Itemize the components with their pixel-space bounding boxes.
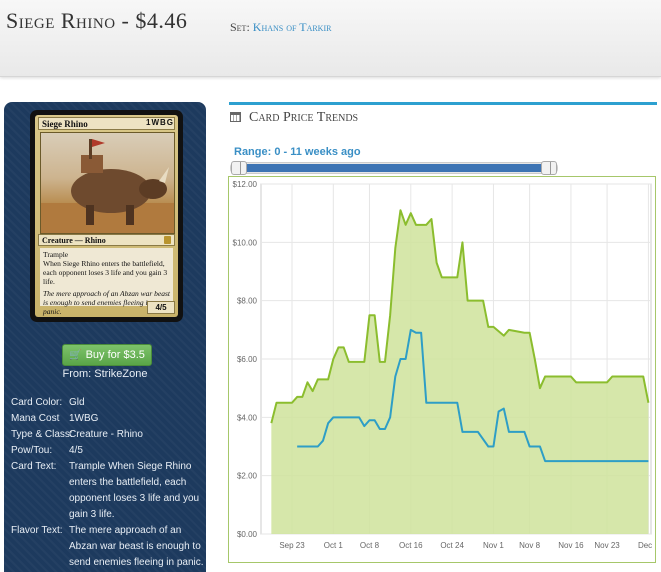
shopping-cart-icon: 🛒 (69, 350, 82, 361)
banner-flag (92, 139, 105, 147)
detail-key: Card Text: (11, 461, 57, 472)
card-type-line: Creature — Rhino (38, 234, 175, 246)
card-image: Siege Rhino 1WBG Creature — Rhino Trampl… (30, 110, 183, 322)
card-sidebar: Siege Rhino 1WBG Creature — Rhino Trampl… (4, 102, 206, 572)
detail-key: Flavor Text: (11, 525, 63, 536)
rhino-body (71, 169, 151, 213)
y-tick-label: $10.00 (233, 238, 258, 247)
card-type-text: Creature — Rhino (42, 236, 106, 245)
x-tick-label: Nov 23 (594, 541, 620, 550)
rhino-illustration (41, 139, 174, 233)
card-power-toughness: 4/5 (147, 301, 175, 314)
detail-value: 4/5 (69, 445, 83, 456)
range-slider-fill (239, 164, 549, 172)
detail-key: Pow/Tou: (11, 445, 53, 456)
rhino-leg (86, 205, 94, 225)
y-tick-label: $4.00 (237, 413, 258, 422)
range-slider-handle-right[interactable] (541, 161, 557, 175)
x-tick-label: Oct 8 (360, 541, 380, 550)
buy-button[interactable]: 🛒 Buy for $3.5 (62, 344, 152, 366)
y-tick-label: $2.00 (237, 472, 258, 481)
card-artwork (40, 132, 175, 234)
rhino-leg (126, 205, 134, 225)
y-tick-label: $6.00 (237, 355, 258, 364)
detail-key: Type & Class: (11, 429, 73, 440)
set-symbol-icon (164, 236, 171, 244)
set-prefix: Set: (230, 20, 250, 34)
detail-value: 1WBG (69, 413, 99, 424)
x-tick-label: Sep 23 (279, 541, 305, 550)
x-tick-label: Nov 8 (519, 541, 540, 550)
set-label: Set: Khans of Tarkir (230, 20, 331, 35)
page-title: Siege Rhino - $4.46 (6, 8, 188, 33)
x-tick-label: Oct 24 (440, 541, 464, 550)
card-text-box: Trample When Siege Rhino enters the batt… (40, 248, 173, 316)
buy-button-label: Buy for $3.5 (85, 349, 145, 361)
range-slider-handle-left[interactable] (231, 161, 247, 175)
x-tick-label: Oct 16 (399, 541, 423, 550)
rhino-horn (159, 167, 169, 183)
x-tick-label: Dec 1 (638, 541, 655, 550)
price-chart-frame: $0.00 $2.00 $4.00 $6.00 $8.00 $10.00 $12.00 Sep… (228, 176, 656, 563)
card-rules-ability: When Siege Rhino enters the battlefield,… (43, 259, 168, 286)
page-header: Siege Rhino - $4.46 Set: Khans of Tarkir (0, 0, 661, 77)
card-frame: Siege Rhino 1WBG Creature — Rhino Trampl… (35, 115, 178, 317)
range-slider[interactable] (230, 161, 558, 175)
mana-cost-symbols: 1WBG (146, 118, 174, 127)
trends-heading: Card Price Trends (230, 110, 358, 126)
trends-title: Card Price Trends (249, 110, 359, 125)
detail-value: Creature - Rhino (69, 429, 143, 440)
detail-key: Card Color: (11, 397, 63, 408)
card-rules-keyword: Trample (43, 250, 69, 259)
y-tick-label: $12.00 (233, 180, 258, 189)
section-accent-line (229, 102, 657, 105)
detail-value: Gld (69, 397, 85, 408)
detail-value: Trample When Siege Rhino enters the batt… (69, 461, 200, 520)
seller-label: From: StrikeZone (62, 368, 148, 380)
x-tick-label: Oct 1 (324, 541, 344, 550)
x-tick-label: Nov 16 (558, 541, 584, 550)
banner-pole (89, 139, 92, 159)
detail-value: The mere approach of an Abzan war beast … (69, 525, 204, 568)
x-tick-label: Nov 1 (483, 541, 504, 550)
set-link[interactable]: Khans of Tarkir (253, 20, 332, 34)
y-tick-label: $0.00 (237, 530, 258, 539)
y-tick-label: $8.00 (237, 297, 258, 306)
range-label: Range: 0 - 11 weeks ago (234, 146, 361, 158)
detail-key: Mana Cost (11, 413, 60, 424)
price-chart: $0.00 $2.00 $4.00 $6.00 $8.00 $10.00 $12.00 Sep… (233, 180, 655, 550)
calendar-icon (230, 112, 241, 122)
